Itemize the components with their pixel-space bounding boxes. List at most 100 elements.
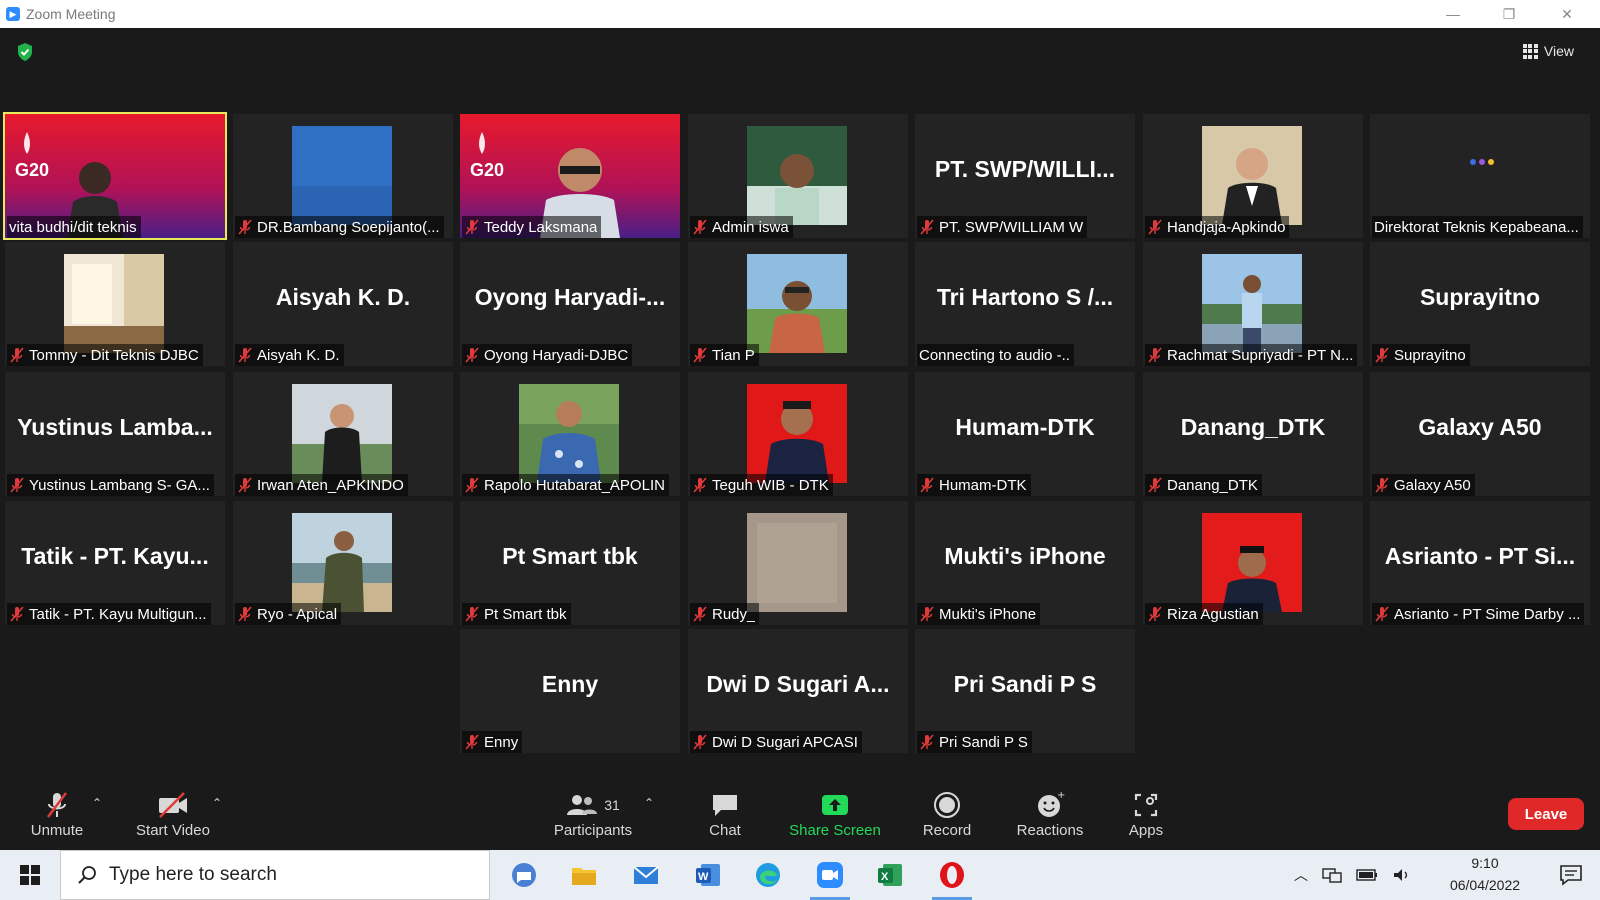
- participant-name: Asrianto - PT Sime Darby ...: [1394, 605, 1581, 623]
- participant-tile[interactable]: Tian P: [688, 242, 908, 366]
- share-screen-button[interactable]: Share Screen: [780, 790, 890, 846]
- view-button[interactable]: View: [1522, 40, 1574, 62]
- participants-button[interactable]: 31 Participants: [548, 790, 638, 846]
- taskbar-opera-icon[interactable]: [924, 850, 980, 900]
- taskbar-search-box[interactable]: Type here to search: [60, 850, 490, 900]
- restore-icon[interactable]: ❐: [1486, 0, 1532, 28]
- close-icon[interactable]: ✕: [1544, 0, 1590, 28]
- participant-tile[interactable]: Rachmat Supriyadi - PT N...: [1143, 242, 1363, 366]
- taskbar-mail-icon[interactable]: [618, 850, 674, 900]
- participant-name: DR.Bambang Soepijanto(...: [257, 218, 440, 236]
- muted-mic-icon: [465, 606, 479, 622]
- action-center-button[interactable]: [1546, 850, 1596, 900]
- taskbar-clock[interactable]: 9:10 06/04/2022: [1440, 852, 1530, 896]
- profile-picture: [747, 126, 847, 225]
- taskbar-zoom-icon[interactable]: [802, 850, 858, 900]
- taskbar-file-explorer-icon[interactable]: [556, 850, 612, 900]
- taskbar-chat-app-icon[interactable]: [496, 850, 552, 900]
- participant-tile[interactable]: Danang_DTK Danang_DTK: [1143, 372, 1363, 496]
- chat-label: Chat: [709, 822, 741, 839]
- unmute-button[interactable]: Unmute: [22, 790, 92, 846]
- chat-button[interactable]: Chat: [690, 790, 760, 846]
- taskbar-edge-icon[interactable]: [740, 850, 796, 900]
- network-icon[interactable]: [1322, 867, 1342, 883]
- record-button[interactable]: Record: [912, 790, 982, 846]
- muted-mic-icon: [47, 792, 67, 818]
- leave-button[interactable]: Leave: [1508, 798, 1584, 830]
- participant-display-name: PT. SWP/WILLI...: [934, 156, 1116, 182]
- participant-tile[interactable]: Aisyah K. D. Aisyah K. D.: [233, 242, 453, 366]
- participant-name-label: Tian P: [690, 344, 759, 366]
- participants-icon: [567, 795, 598, 815]
- participant-name-label: Yustinus Lambang S- GA...: [7, 474, 214, 496]
- windows-start-button[interactable]: [0, 850, 60, 900]
- meeting-toolbar: Unmute ⌃ Start Video ⌃ 31 Participants ⌃…: [0, 782, 1600, 850]
- participant-display-name: Pt Smart tbk: [502, 543, 638, 569]
- show-hidden-icons-chevron-icon[interactable]: ︿: [1294, 865, 1308, 885]
- participant-tile[interactable]: Suprayitno Suprayitno: [1370, 242, 1590, 366]
- start-video-button[interactable]: Start Video: [128, 790, 218, 846]
- taskbar-excel-icon[interactable]: X: [862, 850, 918, 900]
- muted-mic-icon: [1375, 347, 1389, 363]
- participant-tile[interactable]: Direktorat Teknis Kepabeana...: [1370, 114, 1590, 238]
- participant-tile[interactable]: Galaxy A50 Galaxy A50: [1370, 372, 1590, 496]
- volume-icon[interactable]: [1392, 867, 1412, 883]
- participant-tile[interactable]: Dwi D Sugari A... Dwi D Sugari APCASI: [688, 629, 908, 753]
- taskbar-word-icon[interactable]: W: [680, 850, 736, 900]
- participant-tile[interactable]: DR.Bambang Soepijanto(...: [233, 114, 453, 238]
- svg-text:G20: G20: [470, 160, 504, 180]
- participant-count: 31: [604, 797, 620, 813]
- minimize-icon[interactable]: —: [1430, 0, 1476, 28]
- battery-icon[interactable]: [1356, 868, 1378, 882]
- reactions-button[interactable]: + Reactions: [1010, 790, 1090, 846]
- participant-tile[interactable]: Ryo - Apical: [233, 501, 453, 625]
- participant-tile[interactable]: Enny Enny: [460, 629, 680, 753]
- participant-tile[interactable]: Teguh WIB - DTK: [688, 372, 908, 496]
- participant-tile[interactable]: Yustinus Lamba... Yustinus Lambang S- GA.…: [5, 372, 225, 496]
- unmute-label: Unmute: [30, 822, 84, 839]
- participant-tile[interactable]: Oyong Haryadi-... Oyong Haryadi-DJBC: [460, 242, 680, 366]
- participant-tile[interactable]: Tommy - Dit Teknis DJBC: [5, 242, 225, 366]
- svg-text:W: W: [698, 871, 709, 883]
- apps-label: Apps: [1128, 822, 1164, 839]
- participant-tile[interactable]: PT. SWP/WILLI... PT. SWP/WILLIAM W: [915, 114, 1135, 238]
- participant-tile[interactable]: Pt Smart tbk Pt Smart tbk: [460, 501, 680, 625]
- participant-name-label: Direktorat Teknis Kepabeana...: [1372, 216, 1583, 238]
- window-title: Zoom Meeting: [26, 6, 116, 22]
- participant-name-label: Teguh WIB - DTK: [690, 474, 833, 496]
- participant-name: Handjaja-Apkindo: [1167, 218, 1286, 236]
- search-placeholder: Type here to search: [109, 864, 277, 885]
- participant-tile[interactable]: Tatik - PT. Kayu... Tatik - PT. Kayu Mult…: [5, 501, 225, 625]
- participant-tile[interactable]: Rapolo Hutabarat_APOLIN: [460, 372, 680, 496]
- participant-tile[interactable]: Tri Hartono S /... Connecting to audio -.…: [915, 242, 1135, 366]
- participant-tile[interactable]: G20 Teddy Laksmana: [460, 114, 680, 238]
- participant-tile[interactable]: Asrianto - PT Si... Asrianto - PT Sime Da…: [1370, 501, 1590, 625]
- participant-name: Riza Agustian: [1167, 605, 1259, 623]
- participant-tile[interactable]: Riza Agustian: [1143, 501, 1363, 625]
- participant-tile[interactable]: Irwan Aten_APKINDO: [233, 372, 453, 496]
- participant-name-label: Tatik - PT. Kayu Multigun...: [7, 603, 211, 625]
- participant-tile[interactable]: Rudy_: [688, 501, 908, 625]
- clock-time: 9:10: [1471, 855, 1499, 871]
- participant-tile[interactable]: Handjaja-Apkindo: [1143, 114, 1363, 238]
- start-video-label: Start Video: [136, 822, 210, 839]
- muted-mic-icon: [238, 219, 252, 235]
- participants-chevron-icon[interactable]: ⌃: [644, 796, 654, 810]
- participant-name: Rudy_: [712, 605, 756, 623]
- muted-mic-icon: [465, 734, 479, 750]
- video-options-chevron-icon[interactable]: ⌃: [212, 796, 222, 810]
- participant-tile[interactable]: Admin iswa: [688, 114, 908, 238]
- participant-tile[interactable]: G20 vita budhi/dit teknis: [3, 112, 227, 240]
- participant-name: Dwi D Sugari APCASI: [712, 733, 858, 751]
- participant-name-label: Danang_DTK: [1145, 474, 1262, 496]
- svg-text:G20: G20: [15, 160, 49, 180]
- participant-tile[interactable]: Mukti's iPhone Mukti's iPhone: [915, 501, 1135, 625]
- encryption-shield-icon[interactable]: [16, 42, 34, 62]
- participant-tile[interactable]: Humam-DTK Humam-DTK: [915, 372, 1135, 496]
- audio-options-chevron-icon[interactable]: ⌃: [92, 796, 102, 810]
- participant-tile[interactable]: Pri Sandi P S Pri Sandi P S: [915, 629, 1135, 753]
- participant-name: Admin iswa: [712, 218, 789, 236]
- apps-button[interactable]: Apps: [1116, 790, 1176, 846]
- windows-logo-icon: [20, 865, 40, 885]
- muted-mic-icon: [693, 219, 707, 235]
